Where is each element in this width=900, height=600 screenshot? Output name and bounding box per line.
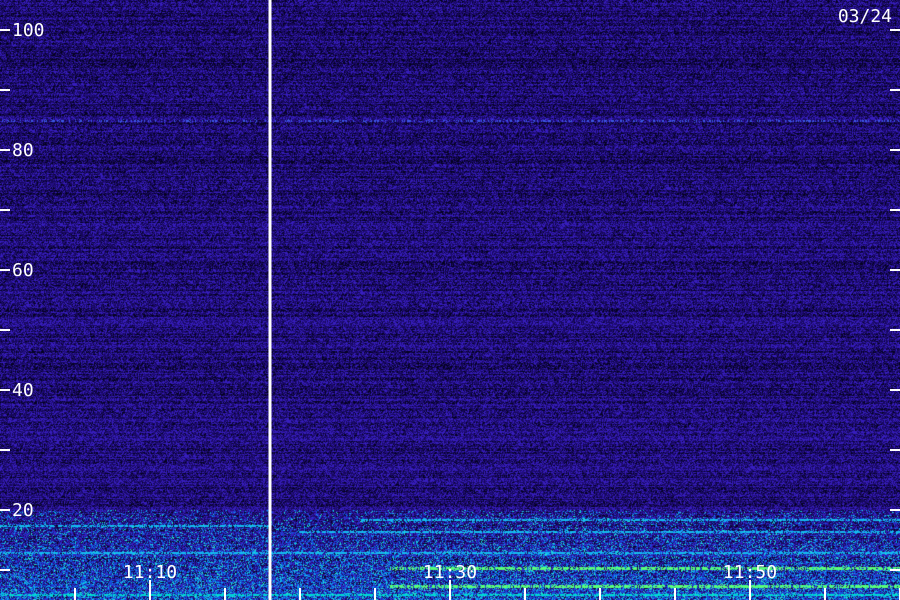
axes-overlay: 20 40 60 80 100 11:10 11:30 11:50 — [0, 0, 900, 600]
y-tick-label: 100 — [12, 20, 45, 41]
y-tick-label: 80 — [12, 140, 34, 161]
date-label: 03/24 — [837, 6, 892, 27]
x-tick-label: 11:10 — [123, 562, 177, 583]
spectrogram-chart: 20 40 60 80 100 11:10 11:30 11:50 03/24 — [0, 0, 900, 600]
x-tick-label: 11:50 — [723, 562, 777, 583]
y-tick-label: 20 — [12, 500, 34, 521]
x-tick-label: 11:30 — [423, 562, 477, 583]
y-tick-label: 60 — [12, 260, 34, 281]
y-tick-label: 40 — [12, 380, 34, 401]
